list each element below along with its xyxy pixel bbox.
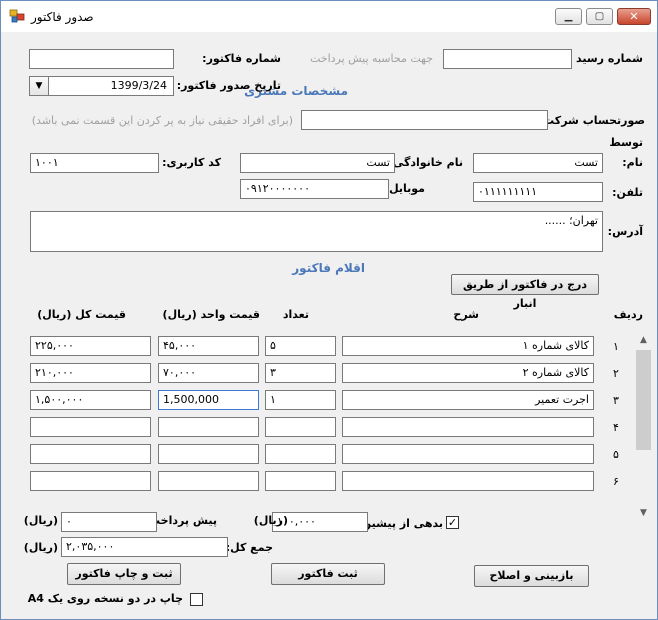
description-cell[interactable] xyxy=(342,471,594,491)
maximize-icon: ▢ xyxy=(594,11,605,22)
description-cell[interactable]: کالای شماره ۲ xyxy=(342,363,594,383)
description-cell[interactable] xyxy=(342,417,594,437)
invoice-no-input[interactable] xyxy=(29,49,174,69)
first-name-input[interactable]: تست xyxy=(473,153,603,173)
total-price-cell[interactable] xyxy=(30,444,151,464)
scroll-up-icon[interactable]: ▲ xyxy=(635,332,652,349)
address-textarea[interactable]: تهران؛ ...... xyxy=(30,211,603,252)
invoice-no-label: شماره فاکتور: xyxy=(202,52,281,65)
quantity-cell[interactable]: ۳ xyxy=(265,363,336,383)
last-name-label: نام خانوادگی: xyxy=(388,156,463,169)
mobile-label: موبایل: xyxy=(384,182,425,195)
user-code-label: کد کاربری: xyxy=(162,156,221,169)
col-row-header: ردیف xyxy=(613,308,643,321)
col-description-header: شرح xyxy=(453,308,479,321)
col-total-price-header: قیمت کل (ریال) xyxy=(37,308,126,321)
quantity-cell[interactable] xyxy=(265,444,336,464)
row-number: ۴ xyxy=(613,421,619,434)
app-icon xyxy=(9,9,25,23)
prepay-calc-label: جهت محاسبه پیش پرداخت xyxy=(309,52,433,65)
maximize-button[interactable]: ▢ xyxy=(586,8,613,25)
unit-price-cell[interactable] xyxy=(158,444,259,464)
total-price-cell[interactable]: ۲۱۰,۰۰۰ xyxy=(30,363,151,383)
save-invoice-button[interactable]: ثبت فاکتور xyxy=(271,563,385,585)
description-cell[interactable] xyxy=(342,444,594,464)
total-price-cell[interactable] xyxy=(30,471,151,491)
two-copies-label: چاپ در دو نسخه روی یک A4 xyxy=(27,592,183,605)
window-title: صدور فاکتور xyxy=(31,10,94,24)
invoice-date-picker[interactable]: 1399/3/24 xyxy=(29,76,174,96)
unit-price-cell[interactable]: 1,500,000 xyxy=(158,390,259,410)
company-label: صورتحساب شرکت: xyxy=(538,114,645,127)
previous-debt-checkbox[interactable]: ✓ xyxy=(446,516,459,529)
checkmark-icon: ✓ xyxy=(447,516,458,529)
date-dropdown-button[interactable]: ▼ xyxy=(29,76,49,96)
prepayment-input[interactable]: ۰ xyxy=(61,512,157,532)
phone-input[interactable]: ۰۱۱۱۱۱۱۱۱۱ xyxy=(473,182,603,202)
phone-label: تلفن: xyxy=(612,186,643,199)
last-name-input[interactable]: تست xyxy=(240,153,395,173)
unit-price-cell[interactable] xyxy=(158,417,259,437)
sum-unit: (ریال) xyxy=(23,541,58,554)
by-label: توسط xyxy=(609,136,643,149)
row-number: ۲ xyxy=(613,367,619,380)
invoice-window: صدور فاکتور ▁ ▢ ✕ شماره رسید : جهت محاسب… xyxy=(0,0,658,620)
description-cell[interactable]: اجرت تعمیر xyxy=(342,390,594,410)
col-quantity-header: تعداد xyxy=(282,308,309,321)
row-number: ۱ xyxy=(613,340,619,353)
scroll-thumb[interactable] xyxy=(636,350,651,450)
two-copies-checkbox[interactable] xyxy=(190,593,203,606)
address-label: آدرس: xyxy=(607,225,643,238)
minimize-icon: ▁ xyxy=(564,11,573,22)
quantity-cell[interactable]: ۵ xyxy=(265,336,336,356)
customer-section-title: مشخصات مشتری xyxy=(244,84,348,98)
sum-input[interactable]: ۲,۰۳۵,۰۰۰ xyxy=(61,537,228,557)
row-number: ۵ xyxy=(613,448,619,461)
total-price-cell[interactable]: ۱,۵۰۰,۰۰۰ xyxy=(30,390,151,410)
company-hint: (برای افراد حقیقی نیاز به پر کردن این قس… xyxy=(31,114,293,127)
unit-price-cell[interactable]: ۴۵,۰۰۰ xyxy=(158,336,259,356)
first-name-label: نام: xyxy=(622,156,643,169)
row-number: ۶ xyxy=(613,475,619,488)
quantity-cell[interactable] xyxy=(265,417,336,437)
chevron-down-icon: ▼ xyxy=(35,81,43,91)
close-icon: ✕ xyxy=(629,10,639,23)
unit-price-cell[interactable]: ۷۰,۰۰۰ xyxy=(158,363,259,383)
unit-price-cell[interactable] xyxy=(158,471,259,491)
receipt-no-label: شماره رسید : xyxy=(567,52,643,65)
sum-label: جمع کل: xyxy=(225,541,273,554)
insert-from-warehouse-button[interactable]: درج در فاکتور از طریق انبار xyxy=(451,274,599,310)
total-price-cell[interactable] xyxy=(30,417,151,437)
scroll-down-icon[interactable]: ▼ xyxy=(635,505,652,522)
user-code-input[interactable]: ۱۰۰۱ xyxy=(30,153,159,173)
previous-debt-label: بدهی از پیشین xyxy=(361,517,443,530)
description-cell[interactable]: کالای شماره ۱ xyxy=(342,336,594,356)
save-print-button[interactable]: ثبت و چاپ فاکتور xyxy=(67,563,181,585)
form-client-area: شماره رسید : جهت محاسبه پیش پرداخت شماره… xyxy=(5,32,653,615)
mobile-input[interactable]: ۰۹۱۲۰۰۰۰۰۰۰ xyxy=(240,179,389,199)
prepayment-unit: (ریال) xyxy=(23,514,58,527)
quantity-cell[interactable] xyxy=(265,471,336,491)
minimize-button[interactable]: ▁ xyxy=(555,8,582,25)
items-section-title: اقلام فاکتور xyxy=(292,261,365,275)
total-price-cell[interactable]: ۲۲۵,۰۰۰ xyxy=(30,336,151,356)
col-unit-price-header: قیمت واحد (ریال) xyxy=(162,308,260,321)
company-input[interactable] xyxy=(301,110,548,130)
previous-debt-unit: (ریال) xyxy=(253,514,288,527)
row-number: ۳ xyxy=(613,394,619,407)
close-button[interactable]: ✕ xyxy=(617,8,651,25)
review-edit-button[interactable]: بازبینی و اصلاح xyxy=(474,565,589,587)
receipt-no-input[interactable] xyxy=(443,49,572,69)
title-bar: صدور فاکتور ▁ ▢ ✕ xyxy=(1,1,657,32)
quantity-cell[interactable]: ۱ xyxy=(265,390,336,410)
items-scrollbar[interactable]: ▲ ▼ xyxy=(635,332,652,522)
